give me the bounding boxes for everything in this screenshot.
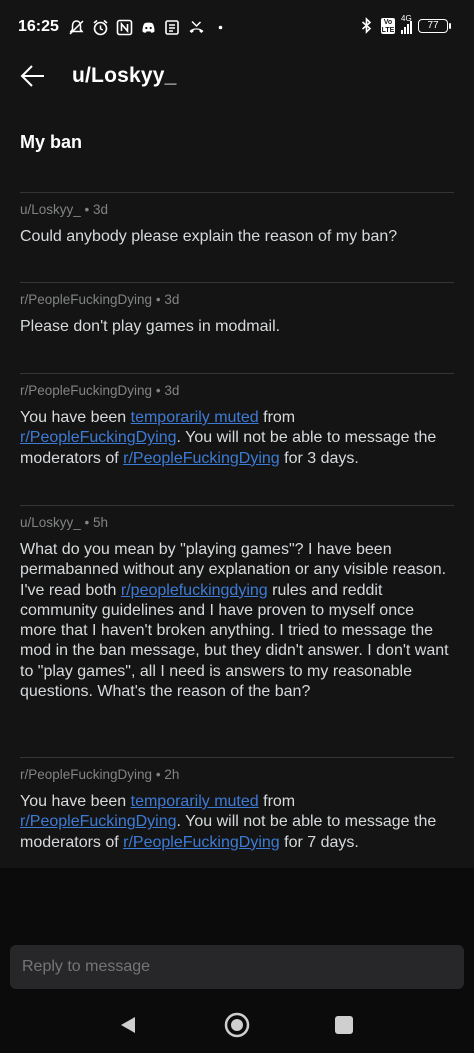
temporarily-muted-link[interactable]: temporarily muted bbox=[131, 793, 259, 810]
news-icon bbox=[164, 19, 181, 36]
message-text: for 7 days. bbox=[279, 833, 359, 851]
message-author[interactable]: r/PeopleFuckingDying bbox=[20, 292, 152, 307]
message-text: for 3 days. bbox=[279, 449, 359, 467]
message-text: rules and reddit community guidelines an… bbox=[20, 581, 449, 701]
signal-icon: 4G bbox=[401, 14, 412, 34]
bluetooth-icon bbox=[358, 17, 375, 34]
back-arrow-icon[interactable] bbox=[18, 61, 48, 91]
message-meta: r/PeopleFuckingDying • 3d bbox=[20, 383, 180, 398]
message-text: You have been bbox=[20, 793, 131, 810]
battery-level: 77 bbox=[427, 20, 439, 31]
message-author[interactable]: u/Loskyy_ bbox=[20, 515, 81, 530]
message-thread: u/Loskyy_ • 3d Could anybody please expl… bbox=[0, 164, 474, 868]
message-text: from bbox=[258, 409, 296, 426]
message-text: from bbox=[258, 793, 296, 810]
thread-subject: My ban bbox=[20, 132, 83, 152]
status-time: 16:25 bbox=[18, 18, 59, 35]
temporarily-muted-link[interactable]: temporarily muted bbox=[131, 409, 259, 426]
message-meta: r/PeopleFuckingDying • 3d bbox=[20, 292, 180, 307]
nfc-icon bbox=[116, 19, 133, 36]
dot-icon bbox=[212, 19, 229, 36]
message-meta: u/Loskyy_ • 5h bbox=[20, 515, 109, 530]
missed-call-icon bbox=[188, 19, 205, 36]
message-item: u/Loskyy_ • 3d Could anybody please expl… bbox=[20, 192, 454, 247]
reply-bar[interactable] bbox=[10, 945, 464, 989]
battery-icon: 77 bbox=[418, 18, 451, 33]
alarm-icon bbox=[92, 19, 109, 36]
page-title: u/Loskyy_ bbox=[72, 64, 177, 87]
reply-input[interactable] bbox=[20, 957, 444, 977]
message-item: r/PeopleFuckingDying • 3d You have been … bbox=[20, 373, 454, 469]
message-body: You have been temporarily muted from r/P… bbox=[20, 792, 454, 853]
message-time: 3d bbox=[164, 292, 180, 307]
message-meta: u/Loskyy_ • 3d bbox=[20, 202, 109, 217]
message-time: 3d bbox=[93, 202, 109, 217]
message-text: Could anybody please explain the reason … bbox=[20, 228, 398, 245]
nav-home-icon[interactable] bbox=[223, 1011, 251, 1044]
message-author[interactable]: u/Loskyy_ bbox=[20, 202, 81, 217]
message-time: 3d bbox=[164, 383, 180, 398]
network-type-label: 4G bbox=[401, 13, 412, 23]
subreddit-link[interactable]: r/PeopleFuckingDying bbox=[20, 429, 177, 446]
subreddit-link[interactable]: r/PeopleFuckingDying bbox=[123, 834, 280, 851]
message-author[interactable]: r/PeopleFuckingDying bbox=[20, 767, 152, 782]
discord-icon bbox=[140, 19, 157, 36]
message-time: 5h bbox=[93, 515, 109, 530]
message-item: r/PeopleFuckingDying • 2h You have been … bbox=[20, 757, 454, 853]
message-text: You have been bbox=[20, 409, 131, 426]
message-time: 2h bbox=[164, 767, 180, 782]
subreddit-link[interactable]: r/PeopleFuckingDying bbox=[123, 450, 280, 467]
status-bar: 16:25 Vo LTE 4G 77 bbox=[0, 0, 474, 54]
header: u/Loskyy_ My ban bbox=[0, 54, 474, 164]
subreddit-link[interactable]: r/peoplefuckingdying bbox=[121, 582, 268, 599]
muted-notifications-icon bbox=[68, 19, 85, 36]
message-body: What do you mean by "playing games"? I h… bbox=[20, 540, 454, 702]
message-body: Could anybody please explain the reason … bbox=[20, 227, 454, 247]
subreddit-link[interactable]: r/PeopleFuckingDying bbox=[20, 813, 177, 830]
message-author[interactable]: r/PeopleFuckingDying bbox=[20, 383, 152, 398]
message-text: Please don't play games in modmail. bbox=[20, 318, 281, 335]
system-nav-bar bbox=[0, 995, 474, 1053]
message-item: r/PeopleFuckingDying • 3d Please don't p… bbox=[20, 282, 454, 337]
volte-icon: Vo LTE bbox=[381, 17, 395, 34]
message-body: Please don't play games in modmail. bbox=[20, 317, 454, 337]
message-meta: r/PeopleFuckingDying • 2h bbox=[20, 767, 180, 782]
nav-recents-icon[interactable] bbox=[334, 1015, 354, 1040]
nav-back-icon[interactable] bbox=[118, 1015, 138, 1040]
message-item: u/Loskyy_ • 5h What do you mean by "play… bbox=[20, 505, 454, 702]
message-body: You have been temporarily muted from r/P… bbox=[20, 408, 454, 469]
